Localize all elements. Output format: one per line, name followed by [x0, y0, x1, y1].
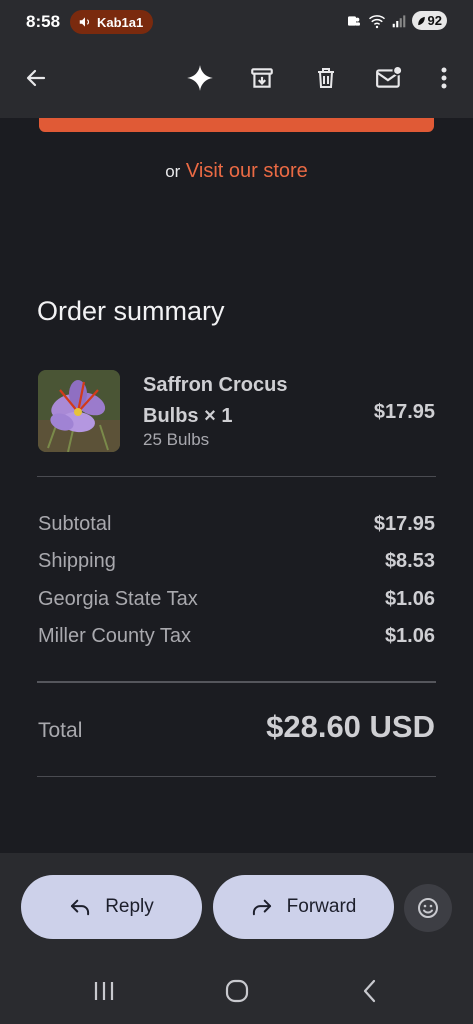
line-item-shipping: Shipping $8.53 [38, 550, 435, 580]
status-icons: 92 [346, 11, 447, 30]
reply-button[interactable]: Reply [21, 875, 202, 939]
store-prefix: or [165, 162, 181, 181]
trash-icon [318, 68, 334, 88]
line-item-label: Miller County Tax [38, 625, 192, 647]
store-line: or Visit our store [0, 160, 473, 183]
ongoing-call-chip[interactable]: Kab1a1 [70, 10, 154, 34]
arrow-left-icon [26, 69, 46, 87]
line-item-county-tax: Miller County Tax $1.06 [38, 625, 435, 655]
forward-button[interactable]: Forward [213, 875, 394, 939]
divider [37, 681, 436, 683]
battery-level: 92 [427, 13, 442, 28]
status-time: 8:58 [26, 12, 61, 31]
call-label: Kab1a1 [97, 14, 144, 30]
home-icon [225, 979, 249, 1003]
emoji-reaction-button[interactable] [404, 884, 452, 932]
chevron-left-icon [363, 979, 376, 1003]
top-app-bar: 8:58 Kab1a1 92 [0, 0, 473, 118]
line-item-label: Subtotal [38, 513, 112, 535]
speaker-icon [79, 17, 90, 27]
more-vert-icon [441, 67, 447, 89]
mail-unread-icon [376, 65, 403, 88]
reply-icon [71, 899, 90, 916]
product-image [38, 370, 120, 452]
reply-label: Reply [105, 896, 154, 917]
status-bar: 8:58 Kab1a1 92 [0, 0, 473, 44]
email-toolbar [0, 52, 473, 104]
line-item-label: Shipping [38, 550, 116, 572]
more-options-button[interactable] [426, 60, 462, 96]
signal-icon [392, 14, 405, 27]
leaf-icon [417, 16, 425, 25]
sparkle-icon [187, 65, 213, 91]
product-row: Saffron Crocus Bulbs × 1 25 Bulbs $17.95 [38, 368, 435, 458]
line-item-value: $1.06 [384, 588, 435, 610]
archive-icon [251, 68, 273, 88]
recents-icon [94, 982, 114, 1000]
back-button[interactable] [18, 60, 54, 96]
line-item-value: $8.53 [384, 550, 435, 572]
product-price: $17.95 [373, 401, 435, 423]
primary-cta-button[interactable] [39, 118, 434, 132]
product-name: Saffron Crocus Bulbs × 1 [143, 374, 288, 427]
visit-store-link[interactable]: Visit our store [186, 160, 308, 182]
total-value: $28.60 USD [266, 709, 435, 744]
smiley-icon [418, 898, 438, 918]
archive-button[interactable] [244, 60, 280, 96]
forward-icon [252, 899, 271, 916]
line-item-value: $1.06 [384, 625, 435, 647]
forward-label: Forward [286, 896, 357, 917]
divider [37, 476, 436, 477]
line-item-state-tax: Georgia State Tax $1.06 [38, 588, 435, 618]
nav-back-button[interactable] [350, 977, 390, 1005]
delete-button[interactable] [308, 60, 344, 96]
contacts-icon [347, 15, 360, 26]
nav-home-button[interactable] [217, 977, 257, 1005]
line-item-value: $17.95 [373, 513, 435, 535]
order-summary-title: Order summary [37, 296, 225, 326]
product-variant: 25 Bulbs [143, 430, 210, 449]
total-label: Total [38, 719, 83, 742]
divider [37, 776, 436, 777]
mark-unread-button[interactable] [371, 60, 407, 96]
wifi-icon [368, 14, 385, 28]
battery-indicator: 92 [411, 11, 447, 30]
gemini-button[interactable] [182, 60, 218, 96]
nav-recents-button[interactable] [84, 977, 124, 1005]
bottom-action-area: Reply Forward [0, 853, 473, 1024]
line-item-label: Georgia State Tax [38, 588, 198, 610]
line-item-subtotal: Subtotal $17.95 [38, 513, 435, 543]
